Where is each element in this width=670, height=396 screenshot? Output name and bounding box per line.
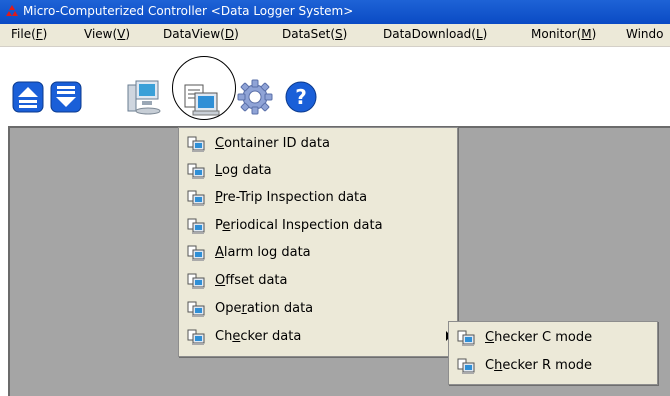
- menu-item-label: Periodical Inspection data: [215, 218, 383, 233]
- menu-item-label: Operation data: [215, 301, 314, 316]
- menu-item-label: Offset data: [215, 273, 288, 288]
- menu-item-periodical-inspection-data[interactable]: Periodical Inspection data: [179, 213, 457, 240]
- download-icon[interactable]: [50, 81, 82, 113]
- menu-datadownload[interactable]: DataDownload(L): [383, 27, 487, 41]
- data-view-icon: [187, 329, 205, 345]
- settings-gear-icon[interactable]: [236, 78, 274, 116]
- data-view-icon: [187, 218, 205, 234]
- dataview-dropdown-menu: Container ID data Log data Pre-Trip Insp…: [178, 127, 458, 357]
- menu-view[interactable]: View(V): [84, 27, 130, 41]
- menu-item-label: Container ID data: [215, 136, 330, 151]
- upload-icon[interactable]: [12, 81, 44, 113]
- data-view-icon: [187, 190, 205, 206]
- menu-item-checker-data[interactable]: Checker data: [179, 324, 457, 351]
- monitor-icon[interactable]: [124, 77, 164, 117]
- menu-bar: File(F) View(V) DataView(D) DataSet(S) D…: [0, 24, 670, 47]
- checker-submenu: Checker C mode Checker R mode: [448, 321, 658, 385]
- toolbar: ?: [0, 47, 670, 126]
- menu-item-label: Alarm log data: [215, 245, 311, 260]
- menu-file[interactable]: File(F): [11, 27, 47, 41]
- menu-item-checker-r-mode[interactable]: Checker R mode: [449, 353, 657, 380]
- help-icon[interactable]: ?: [284, 80, 318, 114]
- menu-dataview[interactable]: DataView(D): [163, 27, 239, 41]
- menu-item-checker-c-mode[interactable]: Checker C mode: [449, 325, 657, 352]
- data-view-icon: [187, 245, 205, 261]
- data-view-icon: [187, 273, 205, 289]
- data-view-icon: [187, 163, 205, 179]
- menu-item-label: Checker data: [215, 329, 302, 344]
- menu-item-operation-data[interactable]: Operation data: [179, 296, 457, 323]
- menu-item-log-data[interactable]: Log data: [179, 158, 457, 185]
- menu-item-container-id-data[interactable]: Container ID data: [179, 131, 457, 158]
- window-title: Micro-Computerized Controller <Data Logg…: [23, 4, 354, 18]
- menu-item-label: Log data: [215, 163, 272, 178]
- menu-item-label: Pre-Trip Inspection data: [215, 190, 368, 205]
- data-view-icon: [457, 330, 475, 346]
- menu-window[interactable]: Windo: [626, 27, 664, 41]
- menu-item-pre-trip-inspection-data[interactable]: Pre-Trip Inspection data: [179, 185, 457, 212]
- data-view-icon: [187, 136, 205, 152]
- menu-item-offset-data[interactable]: Offset data: [179, 268, 457, 295]
- title-bar: Micro-Computerized Controller <Data Logg…: [0, 0, 670, 24]
- menu-item-label: Checker C mode: [485, 330, 593, 345]
- data-view-icon: [457, 358, 475, 374]
- menu-item-label: Checker R mode: [485, 358, 593, 373]
- menu-dataset[interactable]: DataSet(S): [282, 27, 347, 41]
- menu-item-alarm-log-data[interactable]: Alarm log data: [179, 240, 457, 267]
- data-view-icon[interactable]: [181, 79, 221, 119]
- data-view-icon: [187, 301, 205, 317]
- app-logo-icon: [6, 5, 18, 16]
- svg-text:?: ?: [295, 85, 307, 109]
- menu-monitor[interactable]: Monitor(M): [531, 27, 596, 41]
